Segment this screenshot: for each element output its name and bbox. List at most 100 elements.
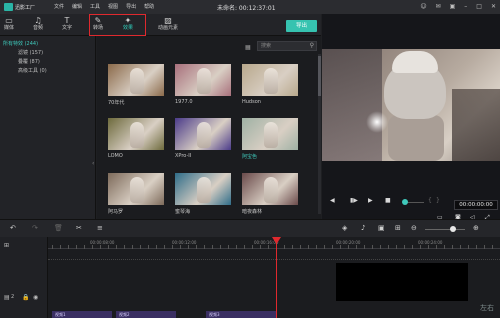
ruler-tick [428, 245, 429, 249]
mixer-icon[interactable]: ⊞ [395, 224, 401, 232]
effect-thumbnail[interactable] [108, 173, 164, 205]
video-clip[interactable]: 视频2 [116, 311, 176, 318]
preview-video [322, 49, 500, 161]
thumbnail-doll [264, 122, 278, 148]
maximize-icon[interactable]: □ [476, 3, 482, 10]
menu-tools[interactable]: 工具 [90, 3, 100, 10]
menu-view[interactable]: 视图 [108, 3, 118, 10]
zoom-slider-knob[interactable] [450, 226, 456, 232]
effect-thumbnail[interactable] [175, 64, 231, 96]
ruler-tick [292, 245, 293, 249]
playback-knob[interactable] [402, 199, 408, 205]
ruler-tick [332, 245, 333, 249]
effect-label: 70年代 [108, 100, 125, 106]
zoom-in-icon[interactable]: ⊕ [473, 224, 479, 232]
grid-view-icon[interactable]: ▦ [245, 44, 251, 51]
thumbnail-doll [130, 122, 144, 148]
add-track-icon[interactable]: ⊞ [4, 242, 9, 249]
cut-icon[interactable]: ✂ [76, 224, 82, 232]
category-panel: 所有特效 (244) 滤镜 (157) 叠覆 (87) 高级工具 (0) ‹ [0, 36, 96, 219]
ruler-tick [388, 245, 389, 249]
step-frame-icon[interactable]: ▮▶ [350, 197, 358, 204]
ruler-tick [372, 245, 373, 249]
undo-icon[interactable]: ↶ [10, 224, 16, 232]
search-placeholder: 搜索 [261, 43, 272, 49]
minimize-icon[interactable]: – [464, 3, 467, 10]
ruler-tick [220, 245, 221, 249]
redo-icon[interactable]: ↷ [32, 224, 38, 232]
delete-icon[interactable]: 🗑 [54, 224, 63, 232]
effect-label: 暗夜森林 [242, 209, 263, 215]
video-clip[interactable]: 视频1 [52, 311, 112, 318]
ruler-label: 00:00:12:00 [172, 240, 197, 245]
effect-thumbnail[interactable] [108, 118, 164, 150]
ruler-tick [412, 245, 413, 249]
window-controls: ☺ ✉ ▣ – □ ✕ [420, 3, 496, 10]
category-overlays[interactable]: 叠覆 (87) [18, 58, 40, 65]
effect-thumbnail[interactable] [108, 64, 164, 96]
timeline: ⊞ ▤ 2 🔒 ◉ 00:00:08:00 00:00:12:00 00:00:16… [0, 237, 500, 318]
notification-icon[interactable]: ▣ [450, 3, 456, 10]
track-number: 2 [11, 294, 15, 300]
ruler-tick [84, 245, 85, 249]
effect-thumbnail[interactable] [242, 173, 298, 205]
mark-out-icon[interactable]: } [436, 197, 440, 204]
ruler-tick [140, 245, 141, 249]
tab-audio[interactable]: ♫ 音频 [27, 16, 49, 32]
adjust-icon[interactable]: ≡ [97, 224, 103, 232]
close-icon[interactable]: ✕ [491, 3, 496, 10]
stop-icon[interactable]: ■ [385, 197, 391, 204]
play-icon[interactable]: ▶ [368, 197, 373, 204]
preview-shadow [452, 89, 500, 161]
ruler-tick [252, 245, 253, 249]
zoom-slider[interactable] [425, 229, 465, 230]
menu-edit[interactable]: 编辑 [72, 3, 82, 10]
effect-label: 蜜琴海 [175, 209, 191, 215]
thumbnail-doll [130, 68, 144, 94]
menu-help[interactable]: 帮助 [144, 3, 154, 10]
ruler-tick [284, 245, 285, 249]
category-filters[interactable]: 滤镜 (157) [18, 49, 43, 56]
ruler-tick [404, 245, 405, 249]
preview-lens-flare [366, 111, 388, 133]
menu-file[interactable]: 文件 [54, 3, 64, 10]
marker-icon[interactable]: ◈ [342, 224, 347, 232]
effect-thumbnail[interactable] [242, 118, 298, 150]
search-input[interactable]: 搜索 ⚲ [257, 41, 317, 51]
tab-text[interactable]: T 文字 [56, 16, 78, 32]
highlight-box [89, 14, 146, 36]
thumbnail-doll [197, 177, 211, 203]
effect-thumbnail[interactable] [175, 173, 231, 205]
skip-back-icon[interactable]: ◀ [330, 197, 335, 204]
cart-icon[interactable]: ✉ [436, 3, 441, 10]
search-icon[interactable]: ⚲ [310, 42, 314, 50]
mark-in-icon[interactable]: { [428, 197, 432, 204]
category-all[interactable]: 所有特效 (244) [3, 40, 38, 47]
effect-thumbnail[interactable] [242, 64, 298, 96]
playhead-line[interactable] [276, 237, 277, 318]
ruler-tick [460, 245, 461, 249]
video-clip[interactable]: 视频3 [206, 311, 276, 318]
effect-thumbnail[interactable] [175, 118, 231, 150]
category-advanced[interactable]: 高级工具 (0) [18, 67, 47, 74]
ruler-tick [268, 245, 269, 249]
microphone-icon[interactable]: ♪ [361, 224, 365, 232]
zoom-out-icon[interactable]: ⊖ [411, 224, 417, 232]
tab-animation[interactable]: ▨ 动画元素 [152, 16, 184, 32]
menu-export[interactable]: 导出 [126, 3, 136, 10]
thumbnail-doll [130, 177, 144, 203]
ruler-tick [172, 245, 173, 249]
library-scroll-thumb[interactable] [318, 56, 321, 96]
timeline-clip[interactable] [336, 263, 468, 301]
app-name: 迅影工厂 [15, 5, 36, 11]
voiceover-icon[interactable]: ▣ [378, 224, 385, 232]
user-icon[interactable]: ☺ [420, 3, 426, 10]
visibility-icon[interactable]: ◉ [33, 294, 38, 301]
tab-media[interactable]: ▭ 媒体 [0, 16, 20, 32]
export-button[interactable]: 导出 [286, 20, 317, 32]
ruler-tick [116, 245, 117, 249]
menu-bar: 文件 编辑 工具 视图 导出 帮助 [54, 3, 154, 10]
lock-icon[interactable]: 🔒 [22, 294, 29, 301]
ruler-tick [164, 245, 165, 249]
collapse-panel-icon[interactable]: ‹ [92, 160, 94, 167]
